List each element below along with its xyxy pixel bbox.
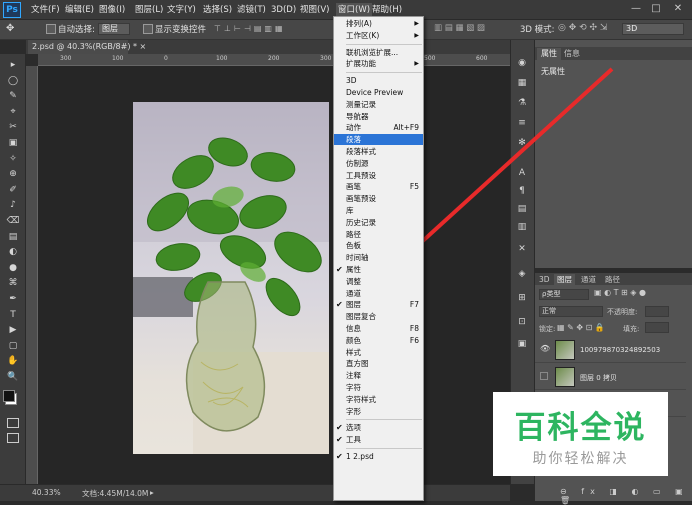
menu-item-label: 库	[346, 206, 354, 215]
menu-item-label: 时间轴	[346, 253, 369, 263]
menu-item-label: 段落	[346, 135, 361, 145]
window-menu-item[interactable]: Device Preview	[334, 87, 423, 98]
menu-item-label: 动作	[346, 123, 361, 133]
window-menu-item[interactable]: ✔ 选项	[334, 422, 423, 433]
window-menu-item[interactable]: 颜色 F6	[334, 335, 423, 346]
menu-item-label: 路径	[346, 229, 361, 239]
submenu-arrow-icon: ▶	[414, 60, 419, 68]
window-menu-item[interactable]: 调整	[334, 276, 423, 287]
window-menu-item[interactable]: 排列(A) ▶	[334, 18, 423, 29]
window-menu-item[interactable]: 通道	[334, 288, 423, 299]
menu-item-label: 扩展功能	[346, 59, 376, 69]
submenu-arrow-icon: ▶	[414, 20, 419, 27]
check-icon: ✔	[336, 300, 343, 310]
menu-item-label: 图层复合	[346, 312, 376, 322]
window-menu-item[interactable]: 样式	[334, 347, 423, 358]
window-menu-item[interactable]: 字符	[334, 382, 423, 393]
menu-item-label: 测量记录	[346, 99, 376, 109]
menu-item-label: 工具	[346, 435, 361, 445]
menu-item-label: 导航器	[346, 111, 369, 121]
menu-item-label: 调整	[346, 276, 361, 286]
menu-item-label: Device Preview	[346, 88, 404, 97]
menu-item-label: 注释	[346, 371, 361, 381]
window-menu-item[interactable]: 信息 F8	[334, 323, 423, 334]
menu-separator	[346, 43, 422, 45]
menu-item-label: 画笔	[346, 182, 361, 192]
window-menu-item[interactable]: 段落样式	[334, 146, 423, 157]
menu-item-label: 通道	[346, 288, 361, 298]
menu-item-shortcut: Alt+F9	[393, 123, 419, 133]
menu-item-shortcut: F8	[409, 324, 419, 333]
window-menu-item[interactable]: 历史记录	[334, 217, 423, 228]
menu-separator	[346, 448, 422, 449]
menu-item-label: 联机浏览扩展...	[346, 47, 399, 57]
menu-item-label: 图层	[346, 300, 361, 310]
window-menu-item[interactable]: 扩展功能 ▶	[334, 58, 423, 69]
window-menu-item[interactable]: 段落	[334, 134, 423, 146]
menu-item-label: 1 2.psd	[346, 452, 374, 461]
menu-item-label: 画笔预设	[346, 194, 376, 204]
window-menu-item[interactable]: 注释	[334, 370, 423, 381]
window-menu-item[interactable]: 测量记录	[334, 99, 423, 110]
menu-item-label: 字符	[346, 383, 361, 392]
menu-item-label: 工作区(K)	[346, 30, 380, 40]
window-menu-item[interactable]: ✔ 1 2.psd	[334, 451, 423, 462]
menu-item-shortcut: F5	[409, 182, 419, 192]
menu-item-label: 排列(A)	[346, 19, 372, 28]
window-menu-item[interactable]: 时间轴	[334, 252, 423, 263]
menu-item-shortcut: F6	[409, 335, 419, 345]
window-menu-item[interactable]: 图层复合	[334, 311, 423, 322]
window-menu-item[interactable]: 路径	[334, 229, 423, 240]
menu-item-label: 色板	[346, 241, 361, 251]
window-menu-item[interactable]: 画笔预设	[334, 193, 423, 204]
window-menu-item[interactable]: ✔ 属性	[334, 264, 423, 275]
window-menu-item[interactable]: ✔ 图层 F7	[334, 299, 423, 310]
menu-separator	[346, 72, 422, 74]
menu-item-label: 字符样式	[346, 394, 376, 404]
menu-item-shortcut: F7	[409, 300, 419, 310]
menu-item-label: 信息	[346, 324, 361, 333]
window-menu-item[interactable]: 导航器	[334, 111, 423, 122]
watermark-title: 百科全说	[514, 410, 647, 446]
check-icon: ✔	[336, 265, 343, 274]
menu-separator	[346, 419, 422, 421]
window-menu-item[interactable]: 直方图	[334, 358, 423, 369]
window-menu-item[interactable]: 动作 Alt+F9	[334, 122, 423, 133]
check-icon: ✔	[336, 435, 343, 445]
menu-item-label: 颜色	[346, 335, 361, 345]
menu-item-label: 字形	[346, 406, 361, 416]
menu-item-label: 历史记录	[346, 217, 376, 227]
window-menu-item[interactable]: 画笔 F5	[334, 181, 423, 192]
menu-item-label: 3D	[346, 76, 357, 86]
menu-item-label: 样式	[346, 347, 361, 357]
window-menu-item[interactable]: 字符样式	[334, 394, 423, 405]
watermark: 百科全说 助你轻松解决	[493, 392, 668, 476]
window-menu-item[interactable]: 工作区(K) ▶	[334, 30, 423, 41]
watermark-subtitle: 助你轻松解决	[532, 451, 629, 467]
menu-item-label: 仿制源	[346, 158, 369, 168]
window-menu-item[interactable]: 联机浏览扩展...	[334, 47, 423, 58]
window-menu-item[interactable]: ✔ 工具	[334, 434, 423, 445]
window-menu-item[interactable]: 色板	[334, 240, 423, 251]
menu-item-label: 属性	[346, 265, 361, 274]
window-menu-item[interactable]: 工具预设	[334, 170, 423, 181]
window-menu-item[interactable]: 3D	[334, 75, 423, 86]
window-menu-item[interactable]: 字形	[334, 406, 423, 417]
menu-item-label: 段落样式	[346, 147, 376, 156]
window-menu-item[interactable]: 仿制源	[334, 158, 423, 169]
window-menu-item[interactable]: 库	[334, 205, 423, 216]
menu-item-label: 直方图	[346, 359, 369, 369]
check-icon: ✔	[336, 452, 343, 461]
menu-item-label: 选项	[346, 423, 361, 433]
submenu-arrow-icon: ▶	[414, 31, 419, 39]
menu-item-label: 工具预设	[346, 170, 376, 180]
check-icon: ✔	[336, 423, 343, 433]
